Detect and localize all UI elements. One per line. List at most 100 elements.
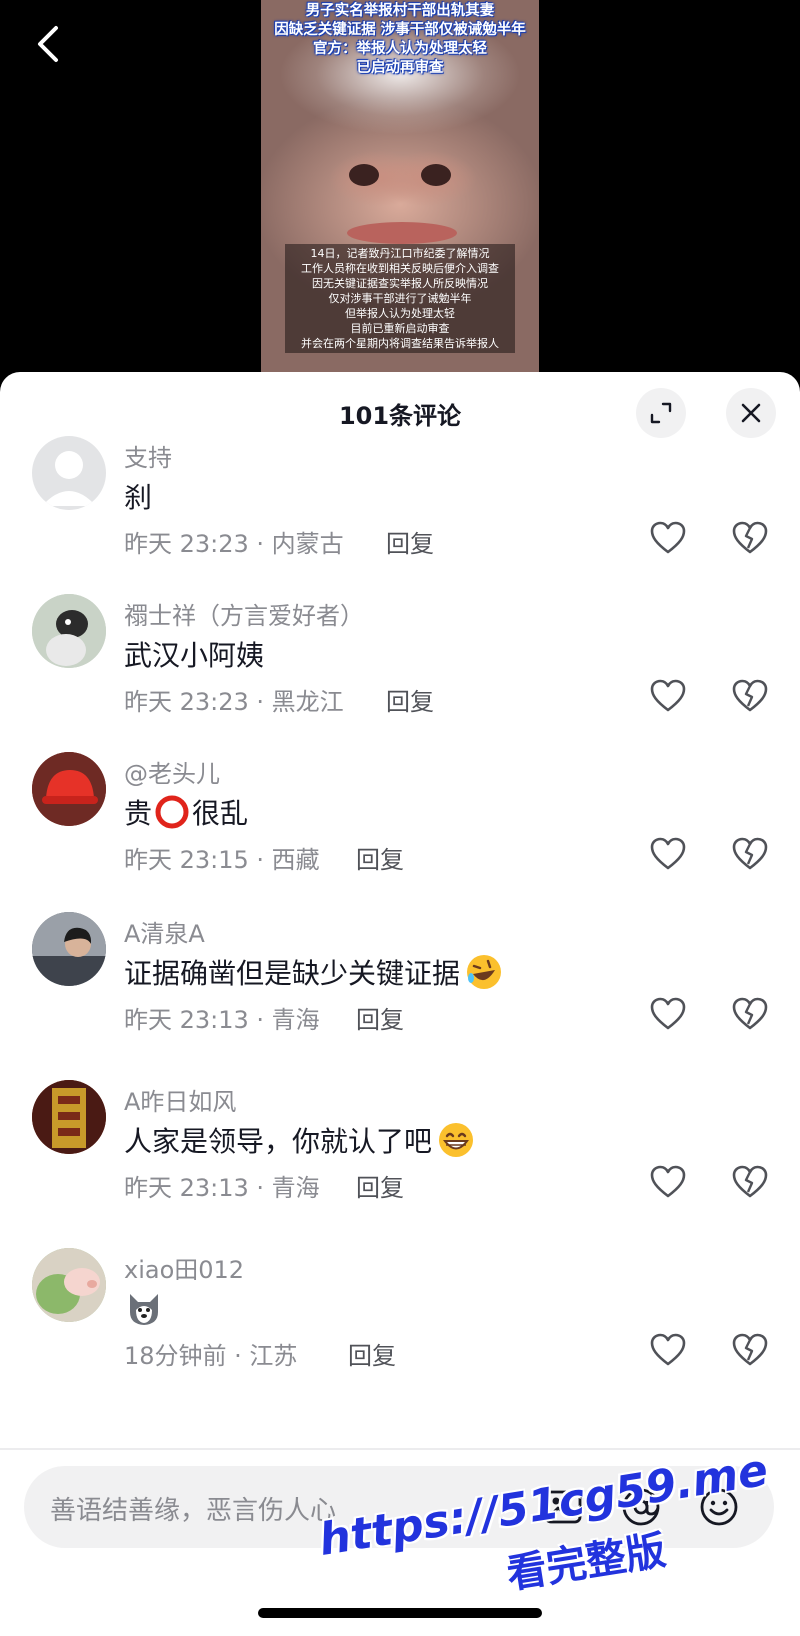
like-button[interactable] <box>648 1162 688 1202</box>
face-image-detail <box>421 164 451 186</box>
home-indicator <box>258 1608 542 1618</box>
comment-meta: 昨天 23:23 · 黑龙江 <box>124 688 344 716</box>
avatar[interactable] <box>32 1248 106 1322</box>
headline-line: 因缺乏关键证据 涉事干部仅被诫勉半年 <box>274 22 526 38</box>
dislike-button[interactable] <box>730 1162 770 1202</box>
expand-button[interactable] <box>636 388 686 438</box>
heart-icon <box>650 997 686 1030</box>
heart-icon <box>650 521 686 554</box>
reply-button[interactable]: 回复 <box>356 840 404 875</box>
caption-line: 工作人员称在收到相关反映后便介入调查 <box>301 262 499 275</box>
heart-icon <box>650 679 686 712</box>
comment-input-placeholder: 善语结善缘，恶言伤人心 <box>50 1496 337 1526</box>
husky-emoji-icon <box>130 1294 158 1325</box>
avatar[interactable] <box>32 594 106 668</box>
caption-line: 但举报人认为处理太轻 <box>345 307 455 320</box>
caption-line: 目前已重新启动审查 <box>350 322 450 335</box>
comment-item: xiao田012 18分钟前 · 江苏 回复 <box>0 1248 800 1412</box>
broken-heart-icon <box>732 521 768 554</box>
avatar[interactable] <box>32 912 106 986</box>
comment-item: @老头儿 贵 很乱 昨天 23:15 · 西藏 回复 <box>0 752 800 916</box>
reply-button[interactable]: 回复 <box>386 524 434 559</box>
headline-line: 已启动再审查 <box>356 60 444 76</box>
comment-text-body: 人家是领导，你就认了吧 <box>124 1125 433 1158</box>
dislike-button[interactable] <box>730 518 770 558</box>
comment-text-body: 很乱 <box>192 797 249 830</box>
comment-text-body: 武汉小阿姨 <box>124 639 265 672</box>
comment-text: 人家是领导，你就认了吧 <box>124 1120 476 1160</box>
comment-item: 禤士祥（方言爱好者） 武汉小阿姨 昨天 23:23 · 黑龙江 回复 <box>0 594 800 758</box>
face-image-detail <box>349 164 379 186</box>
comment-text <box>124 1288 164 1328</box>
comment-item: 支持 刹 昨天 23:23 · 内蒙古 回复 <box>0 436 800 600</box>
broken-heart-icon <box>732 679 768 712</box>
video-caption: 14日，记者致丹江口市纪委了解情况 工作人员称在收到相关反映后便介入调查 因无关… <box>285 244 515 353</box>
back-button[interactable] <box>28 22 72 66</box>
heart-icon <box>650 837 686 870</box>
avatar[interactable] <box>32 436 106 510</box>
heart-icon <box>650 1333 686 1366</box>
video-player[interactable]: 男子实名举报村干部出轨其妻 因缺乏关键证据 涉事干部仅被诫勉半年 官方：举报人认… <box>0 0 800 380</box>
face-image-detail <box>347 222 457 244</box>
like-button[interactable] <box>648 834 688 874</box>
chevron-left-icon <box>38 26 58 62</box>
like-button[interactable] <box>648 518 688 558</box>
close-icon <box>741 403 761 423</box>
comment-meta: 昨天 23:13 · 青海 <box>124 1006 320 1034</box>
heart-icon <box>650 1165 686 1198</box>
caption-line: 14日，记者致丹江口市纪委了解情况 <box>310 247 490 260</box>
comment-username[interactable]: A昨日如风 <box>124 1082 236 1117</box>
dislike-button[interactable] <box>730 676 770 716</box>
pattern-avatar-icon <box>32 1080 106 1154</box>
person-photo-avatar-icon <box>32 912 106 986</box>
broken-heart-icon <box>732 1165 768 1198</box>
comment-username[interactable]: @老头儿 <box>124 754 220 789</box>
dislike-button[interactable] <box>730 834 770 874</box>
headline-line: 官方：举报人认为处理太轻 <box>313 41 487 57</box>
like-button[interactable] <box>648 994 688 1034</box>
like-button[interactable] <box>648 676 688 716</box>
video-frame: 男子实名举报村干部出轨其妻 因缺乏关键证据 涉事干部仅被诫勉半年 官方：举报人认… <box>261 0 539 372</box>
comment-text-body: 贵 <box>124 797 153 830</box>
headline-line: 男子实名举报村干部出轨其妻 <box>305 3 495 19</box>
reply-button[interactable]: 回复 <box>356 1000 404 1035</box>
red-circle-emoji-icon <box>155 795 189 829</box>
dog-avatar-icon <box>32 594 106 668</box>
comment-username[interactable]: A清泉A <box>124 914 205 949</box>
comment-meta: 昨天 23:15 · 西藏 <box>124 846 320 874</box>
comment-text: 证据确凿但是缺少关键证据 <box>124 952 504 992</box>
grin-emoji-icon <box>439 1123 474 1157</box>
caption-line: 因无关键证据查实举报人所反映情况 <box>312 277 488 290</box>
comment-meta: 昨天 23:13 · 青海 <box>124 1174 320 1202</box>
broken-heart-icon <box>732 837 768 870</box>
rofl-emoji-icon <box>467 955 502 989</box>
like-button[interactable] <box>648 1330 688 1370</box>
reply-button[interactable]: 回复 <box>386 682 434 717</box>
avatar[interactable] <box>32 752 106 826</box>
caption-line: 并会在两个星期内将调查结果告诉举报人 <box>301 337 499 350</box>
comment-text-body: 证据确凿但是缺少关键证据 <box>124 957 461 990</box>
dislike-button[interactable] <box>730 994 770 1034</box>
dislike-button[interactable] <box>730 1330 770 1370</box>
comment-username[interactable]: 禤士祥（方言爱好者） <box>124 596 364 631</box>
comment-text: 贵 很乱 <box>124 792 248 832</box>
comment-text: 刹 <box>124 476 152 516</box>
caption-line: 仅对涉事干部进行了诫勉半年 <box>328 292 472 305</box>
reply-button[interactable]: 回复 <box>356 1168 404 1203</box>
comment-username[interactable]: 支持 <box>124 438 172 473</box>
default-avatar-icon <box>42 451 96 506</box>
avatar[interactable] <box>32 1080 106 1154</box>
helmet-avatar-icon <box>32 752 106 826</box>
video-headline: 男子实名举报村干部出轨其妻 因缺乏关键证据 涉事干部仅被诫勉半年 官方：举报人认… <box>261 2 539 78</box>
reply-button[interactable]: 回复 <box>348 1336 396 1371</box>
comment-meta: 18分钟前 · 江苏 <box>124 1342 298 1370</box>
comment-text-body: 刹 <box>124 481 153 514</box>
comment-item: A清泉A 证据确凿但是缺少关键证据 昨天 23:13 · 青海 回复 <box>0 912 800 1076</box>
close-button[interactable] <box>726 388 776 438</box>
comment-meta: 昨天 23:23 · 内蒙古 <box>124 530 344 558</box>
comment-username[interactable]: xiao田012 <box>124 1250 244 1285</box>
comment-item: A昨日如风 人家是领导，你就认了吧 昨天 23:13 · 青海 回复 <box>0 1080 800 1244</box>
comment-text: 武汉小阿姨 <box>124 634 264 674</box>
piglet-avatar-icon <box>32 1248 106 1322</box>
broken-heart-icon <box>732 997 768 1030</box>
